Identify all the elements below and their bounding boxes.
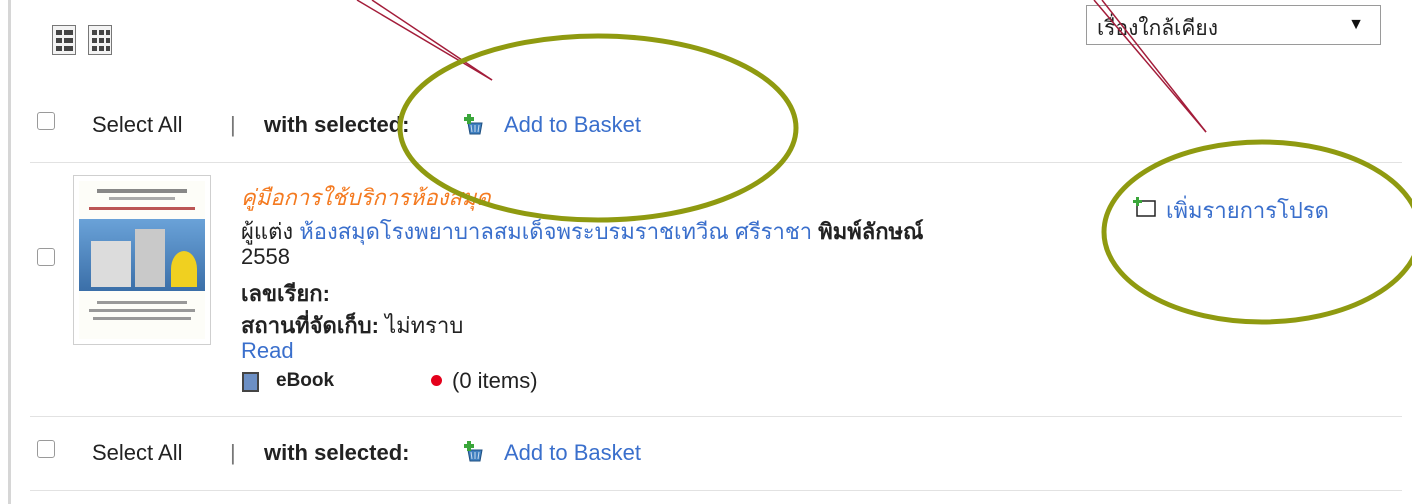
annotation-overlay xyxy=(356,0,1412,325)
annotation-arrow xyxy=(1101,0,1207,133)
annotation-ellipse xyxy=(1101,139,1412,325)
annotation-arrow xyxy=(1093,0,1207,133)
annotation-ellipse xyxy=(397,33,799,223)
annotation-arrow xyxy=(371,0,493,81)
annotation-arrow xyxy=(356,0,493,81)
